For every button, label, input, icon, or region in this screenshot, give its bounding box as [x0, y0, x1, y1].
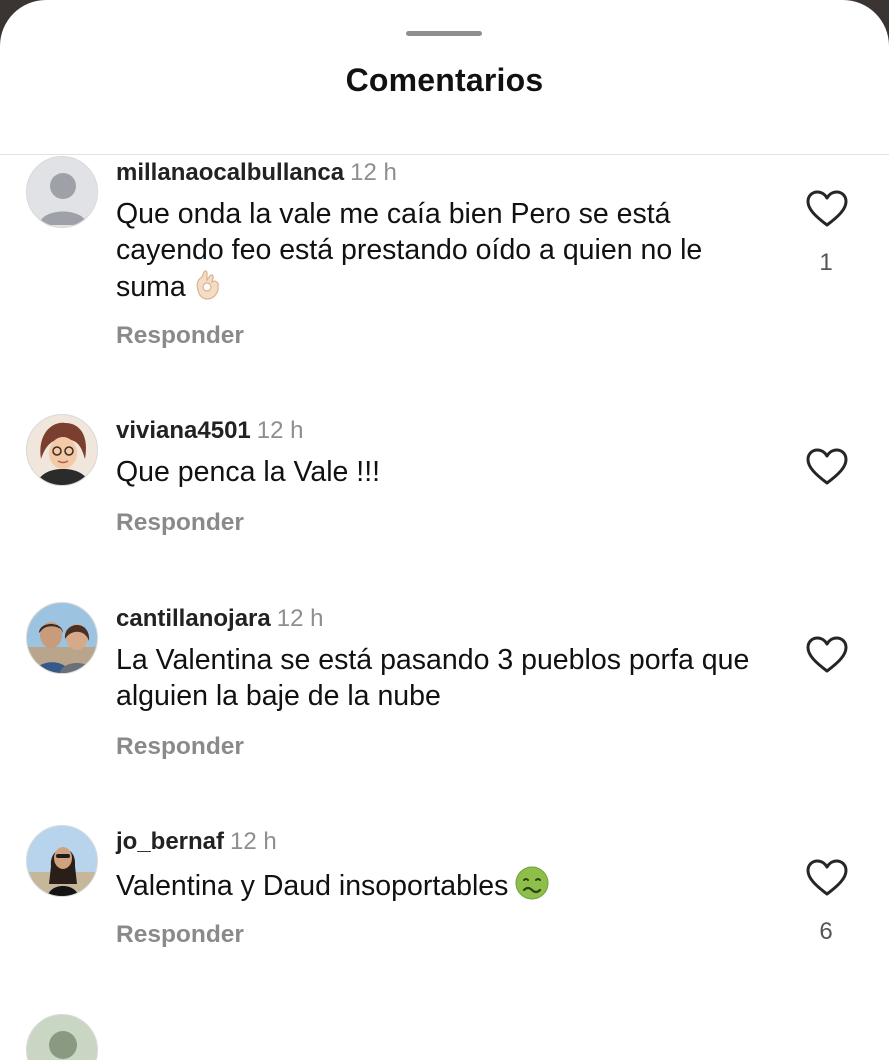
reply-button[interactable]: Responder	[116, 733, 244, 761]
comment-meta: millanaocalbullanca 12 h	[116, 158, 397, 188]
ok-hand-emoji	[192, 268, 224, 311]
comment-text-content: Valentina y Daud insoportables	[116, 870, 509, 902]
reply-button[interactable]: Responder	[116, 322, 244, 350]
comment-time: 12 h	[350, 159, 397, 186]
comment-meta: jo_bernaf 12 h	[116, 827, 277, 857]
comment-time: 12 h	[276, 605, 324, 632]
heart-outline-icon[interactable]	[806, 190, 848, 228]
header-divider	[0, 154, 889, 155]
default-avatar-icon[interactable]	[26, 156, 98, 228]
heart-outline-icon[interactable]	[806, 448, 848, 486]
comment-text: Que penca la Vale !!!	[116, 456, 381, 488]
like-count: 1	[819, 249, 833, 276]
comment-username[interactable]: cantillanojara	[116, 605, 271, 632]
comment-username[interactable]: jo_bernaf	[116, 828, 224, 855]
comments-sheet: Comentarios millanaocalbullanca 12 h Que …	[0, 0, 889, 1060]
comment-text: Valentina y Daud insoportables	[116, 865, 776, 910]
avatar[interactable]	[26, 1014, 98, 1060]
comment-time: 12 h	[256, 417, 304, 444]
nauseated-face-emoji	[514, 865, 550, 910]
comment-text: La Valentina se está pasando 3 pueblos p…	[116, 644, 750, 712]
reply-button[interactable]: Responder	[116, 509, 244, 537]
comment-meta: viviana4501 12 h	[116, 416, 304, 446]
comment-username[interactable]: millanaocalbullanca	[116, 159, 344, 186]
comment-meta: cantillanojara 12 h	[116, 604, 323, 634]
comment-text: Que onda la vale me caía bien Pero se es…	[116, 196, 776, 311]
avatar[interactable]	[26, 602, 98, 674]
sheet-grabber-handle[interactable]	[406, 31, 482, 36]
sheet-title: Comentarios	[345, 62, 544, 98]
like-count: 6	[819, 918, 833, 945]
heart-outline-icon[interactable]	[806, 636, 848, 674]
avatar[interactable]	[26, 825, 98, 897]
comment-time: 12 h	[230, 828, 277, 855]
heart-outline-icon[interactable]	[806, 859, 848, 897]
comment-username[interactable]: viviana4501	[116, 417, 251, 444]
reply-button[interactable]: Responder	[116, 921, 244, 949]
avatar[interactable]	[26, 414, 98, 486]
